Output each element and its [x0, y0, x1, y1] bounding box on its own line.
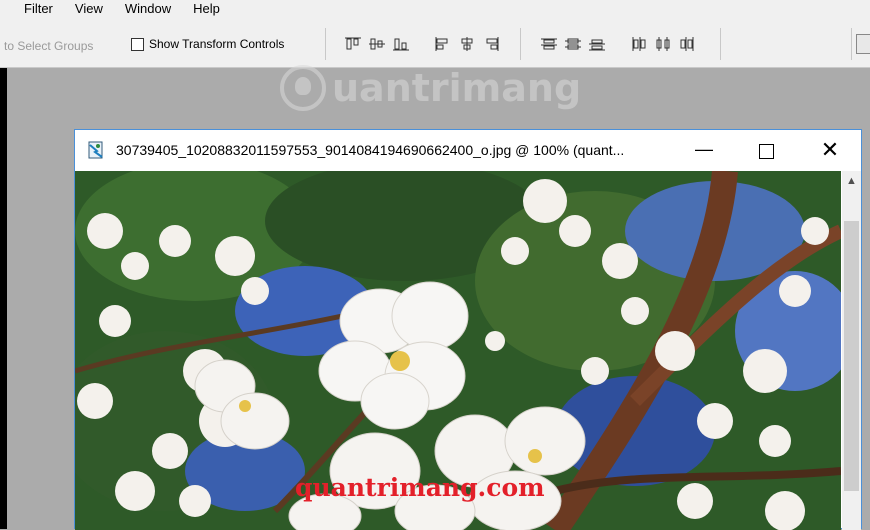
distribute-horizontal-centers-icon[interactable]: [654, 36, 672, 52]
show-transform-controls-checkbox[interactable]: Show Transform Controls: [131, 37, 284, 51]
site-watermark: uantrimang: [280, 58, 600, 118]
toolbar-separator: [325, 28, 326, 60]
menu-window[interactable]: Window: [125, 2, 171, 16]
scroll-up-arrow-icon[interactable]: ▲: [842, 171, 861, 191]
menu-bar: Filter View Window Help: [0, 0, 870, 22]
image-canvas[interactable]: quantrimang.com: [75, 171, 841, 530]
menu-view[interactable]: View: [75, 2, 103, 16]
align-horizontal-centers-icon[interactable]: [458, 36, 476, 52]
close-button[interactable]: ✕: [813, 134, 847, 168]
menu-help[interactable]: Help: [193, 2, 220, 16]
distribute-top-edges-icon[interactable]: [540, 36, 558, 52]
auto-align-layers-button[interactable]: [856, 34, 870, 54]
image-watermark-text: quantrimang.com: [295, 473, 545, 502]
toolbar-separator: [520, 28, 521, 60]
distribute-bottom-edges-icon[interactable]: [588, 36, 606, 52]
photoshop-document-icon: [87, 141, 105, 159]
show-transform-controls-label: Show Transform Controls: [149, 37, 285, 51]
maximize-button[interactable]: [749, 134, 783, 168]
scrollbar-thumb[interactable]: [844, 221, 859, 491]
toolbar-separator: [720, 28, 721, 60]
lightbulb-logo-icon: [280, 65, 326, 111]
distribute-right-edges-icon[interactable]: [678, 36, 696, 52]
menu-filter[interactable]: Filter: [24, 2, 53, 16]
align-left-edges-icon[interactable]: [434, 36, 452, 52]
tools-panel-edge: [0, 68, 7, 529]
distribute-vertical-centers-icon[interactable]: [564, 36, 582, 52]
toolbar-separator: [851, 28, 852, 60]
align-bottom-edges-icon[interactable]: [392, 36, 410, 52]
document-window[interactable]: 30739405_10208832011597553_9014084194690…: [74, 129, 862, 530]
document-title-bar[interactable]: 30739405_10208832011597553_9014084194690…: [75, 130, 861, 171]
minimize-button[interactable]: —: [687, 134, 721, 168]
document-title: 30739405_10208832011597553_9014084194690…: [116, 142, 625, 158]
distribute-left-edges-icon[interactable]: [630, 36, 648, 52]
align-top-edges-icon[interactable]: [344, 36, 362, 52]
align-vertical-centers-icon[interactable]: [368, 36, 386, 52]
checkbox-box[interactable]: [131, 37, 144, 51]
watermark-text: uantrimang: [332, 66, 582, 110]
auto-select-groups-label: to Select Groups: [4, 39, 94, 53]
vertical-scrollbar[interactable]: ▲: [842, 171, 861, 530]
align-right-edges-icon[interactable]: [482, 36, 500, 52]
